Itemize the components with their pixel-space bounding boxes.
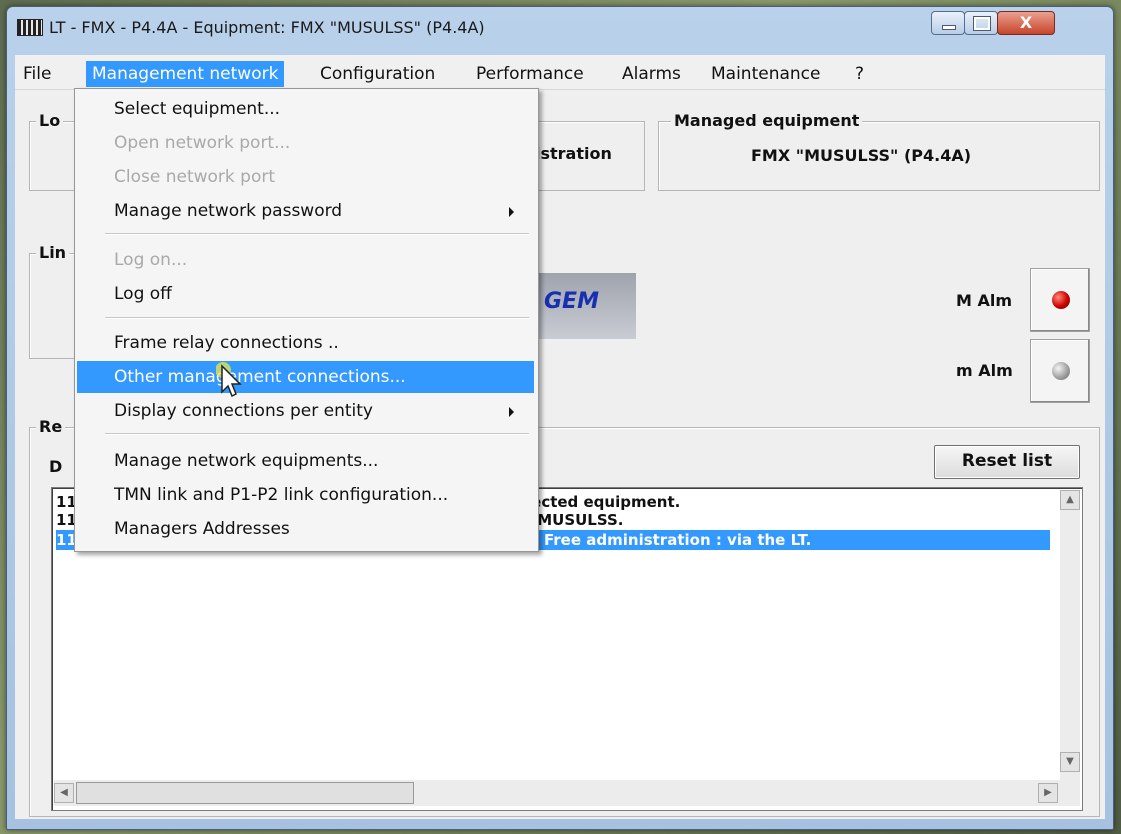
menu-frame-relay-connections[interactable]: Frame relay connections .. [77, 327, 534, 359]
menu-separator [105, 433, 529, 435]
app-icon[interactable] [17, 19, 43, 36]
local-group-label: Lo [36, 111, 64, 130]
menu-close-network-port[interactable]: Close network port [77, 161, 534, 193]
menu-item-label: TMN link and P1-P2 link configuration... [114, 485, 449, 505]
menu-performance[interactable]: Performance [476, 61, 584, 87]
menu-help[interactable]: ? [855, 61, 864, 87]
menu-item-label: Manage network equipments... [114, 451, 379, 471]
minor-alarm-led-icon [1052, 362, 1070, 380]
menu-display-connections-per-entity[interactable]: Display connections per entity [77, 395, 534, 427]
mouse-pointer-icon [216, 362, 242, 398]
reset-list-label: Reset list [961, 451, 1053, 471]
menu-item-label: Open network port... [114, 133, 291, 153]
menu-manage-network-password[interactable]: Manage network password [77, 195, 534, 227]
menu-manage-network-equipments[interactable]: Manage network equipments... [77, 445, 534, 477]
managed-equipment-value: FMX "MUSULSS" (P4.4A) [751, 146, 972, 165]
menu-item-label: Log off [114, 284, 172, 304]
scroll-right-button[interactable]: ▶ [1038, 783, 1058, 803]
managed-equipment-group: Managed equipment FMX "MUSULSS" (P4.4A) [658, 111, 1100, 191]
menu-item-label: Frame relay connections .. [114, 333, 339, 353]
menu-select-equipment[interactable]: Select equipment... [77, 93, 534, 125]
minimize-icon [942, 25, 956, 30]
menu-open-network-port[interactable]: Open network port... [77, 127, 534, 159]
managed-equipment-label: Managed equipment [671, 111, 863, 130]
minor-alarm-indicator [1030, 339, 1090, 403]
title-bar[interactable]: LT - FMX - P4.4A - Equipment: FMX "MUSUL… [7, 7, 1113, 45]
menu-item-label: Manage network password [114, 201, 343, 221]
menu-configuration[interactable]: Configuration [320, 61, 435, 87]
menu-item-label: Other management connections... [114, 367, 406, 387]
submenu-arrow-icon [509, 207, 514, 217]
menu-item-label: Managers Addresses [114, 519, 290, 539]
maximize-button[interactable] [964, 11, 998, 35]
menu-managers-addresses[interactable]: Managers Addresses [77, 513, 534, 545]
menu-file[interactable]: File [23, 61, 51, 87]
administration-text: istration [535, 144, 612, 163]
menu-alarms[interactable]: Alarms [622, 61, 681, 87]
reset-list-button[interactable]: Reset list [934, 445, 1080, 479]
scroll-up-button[interactable]: ▲ [1060, 490, 1080, 510]
horizontal-scrollbar[interactable]: ◀ ▶ [54, 780, 1060, 806]
management-network-menu: Select equipment... Open network port...… [74, 88, 539, 552]
major-alarm-label: M Alm [956, 291, 1013, 310]
log-row-text: : MUSULSS. [526, 511, 624, 529]
close-icon: X [1019, 13, 1033, 32]
link-group-label: Lin [36, 243, 70, 262]
report-column-label: D [49, 457, 63, 476]
close-button[interactable]: X [997, 11, 1055, 35]
minimize-button[interactable] [931, 11, 965, 35]
major-alarm-indicator [1030, 268, 1090, 332]
logo-text: GEM [544, 289, 599, 314]
maximize-icon [973, 16, 991, 31]
menu-item-label: Select equipment... [114, 99, 281, 119]
menu-item-label: Log on... [114, 250, 188, 270]
menu-other-management-connections[interactable]: Other management connections... [77, 361, 534, 393]
menu-bar: File Management network Configuration Pe… [15, 55, 1105, 90]
log-row-text: Free administration : via the LT. [544, 531, 812, 549]
window-title: LT - FMX - P4.4A - Equipment: FMX "MUSUL… [49, 18, 485, 37]
menu-log-on[interactable]: Log on... [77, 244, 534, 276]
scroll-left-button[interactable]: ◀ [54, 783, 74, 803]
scroll-down-button[interactable]: ▼ [1060, 752, 1080, 772]
menu-separator [105, 233, 529, 235]
log-row-text: lected equipment. [526, 493, 681, 511]
submenu-arrow-icon [509, 407, 514, 417]
menu-item-label: Close network port [114, 167, 276, 187]
sagem-logo: GEM [530, 273, 636, 339]
menu-log-off[interactable]: Log off [77, 278, 534, 310]
vertical-scrollbar[interactable]: ▲ ▼ [1060, 490, 1080, 806]
horizontal-scroll-thumb[interactable] [76, 782, 414, 804]
menu-management-network[interactable]: Management network [86, 61, 285, 87]
report-group-label: Re [36, 417, 66, 436]
menu-tmn-link-configuration[interactable]: TMN link and P1-P2 link configuration... [77, 479, 534, 511]
menu-separator [105, 317, 529, 319]
menu-maintenance[interactable]: Maintenance [711, 61, 820, 87]
major-alarm-led-icon [1052, 291, 1070, 309]
minor-alarm-label: m Alm [956, 361, 1013, 380]
